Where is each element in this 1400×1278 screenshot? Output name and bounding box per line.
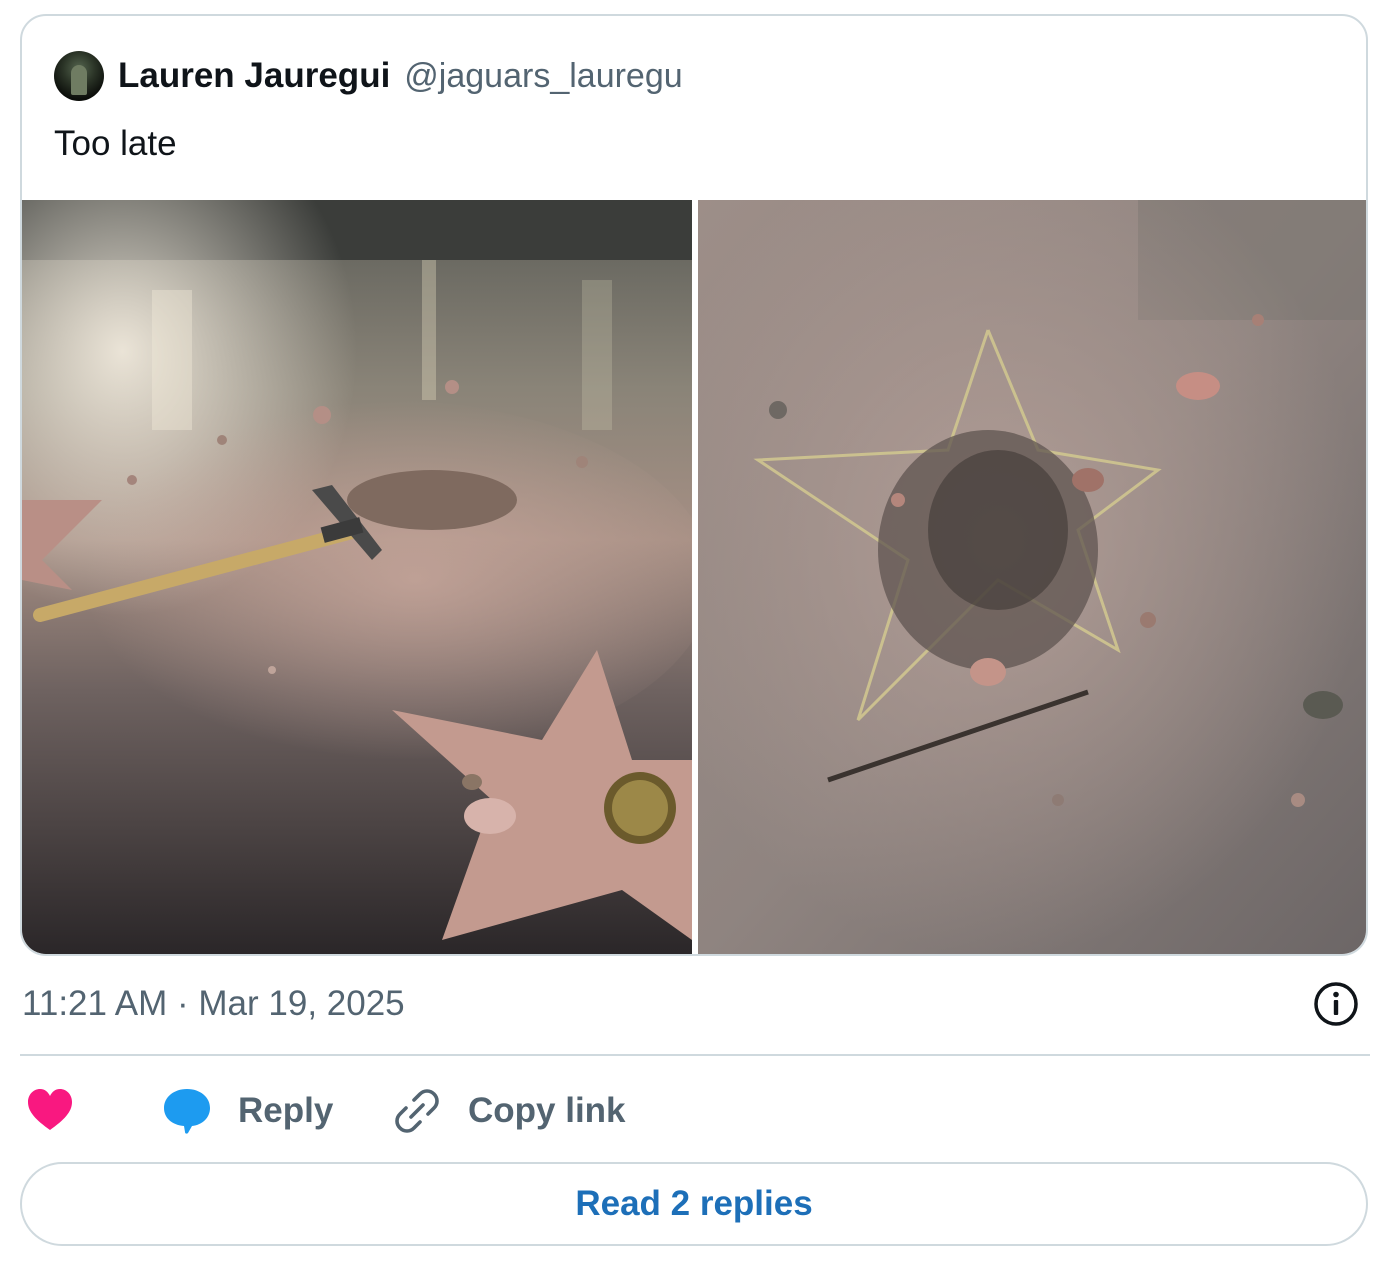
link-icon [395, 1089, 439, 1133]
copy-link-button[interactable]: Copy link [394, 1080, 626, 1142]
tweet-media[interactable] [22, 200, 1366, 954]
reply-label: Reply [238, 1091, 334, 1130]
photo-pickaxe-on-star[interactable] [22, 200, 692, 954]
divider [20, 1054, 1370, 1056]
reply-button[interactable]: Reply [162, 1080, 333, 1142]
avatar-figure [71, 65, 87, 95]
copy-link-label: Copy link [468, 1091, 626, 1130]
read-replies-button[interactable]: Read 2 replies [20, 1162, 1368, 1246]
photo-damaged-star[interactable] [698, 200, 1366, 954]
photo-damaged-star-icon [698, 200, 1366, 954]
tweet-actions: Reply Copy link [26, 1080, 726, 1142]
tweet-card[interactable]: Lauren Jauregui @jaguars_lauregu Too lat… [20, 14, 1368, 956]
tweet-timestamp[interactable]: 11:21 AM · Mar 19, 2025 [22, 984, 405, 1024]
info-icon[interactable] [1312, 980, 1360, 1028]
speech-bubble-icon [164, 1089, 210, 1134]
photo-pickaxe-on-star-icon [22, 200, 692, 954]
author-name[interactable]: Lauren Jauregui [118, 56, 390, 96]
author-handle[interactable]: @jaguars_lauregu [404, 57, 682, 96]
heart-icon[interactable] [26, 1088, 74, 1132]
avatar[interactable] [54, 51, 104, 101]
author-row[interactable]: Lauren Jauregui @jaguars_lauregu [54, 50, 683, 102]
tweet-text: Too late [54, 124, 177, 163]
